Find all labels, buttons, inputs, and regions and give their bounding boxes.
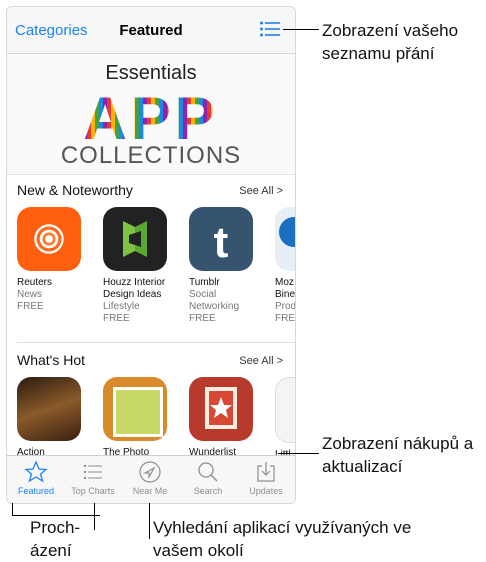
callout-purchases: Zobrazení nákupů a aktualizací: [322, 434, 474, 476]
section-divider: [17, 342, 295, 343]
callout-line: [278, 453, 319, 454]
app-name: Houzz Interior Design Ideas: [103, 277, 166, 300]
app-category: News: [17, 289, 43, 300]
banner-subtitle: COLLECTIONS: [60, 142, 242, 169]
app-icon: [275, 207, 295, 271]
wunderlist-icon: [189, 377, 253, 441]
app-tile[interactable]: Moz Bine Prod FRE: [275, 207, 295, 325]
list-icon: [83, 464, 102, 480]
tab-near-me[interactable]: Near Me: [121, 458, 179, 496]
tab-search[interactable]: Search: [179, 458, 237, 496]
callout-line: [283, 29, 319, 30]
action-movie-icon: [17, 377, 81, 441]
app-tile[interactable]: Littl: [275, 377, 295, 461]
tab-label: Updates: [249, 486, 283, 496]
app-price: FRE: [275, 313, 295, 324]
photo-app-icon: [103, 377, 167, 441]
banner-title: Essentials: [105, 62, 197, 84]
app-icon: [275, 377, 295, 443]
callout-wishlist: Zobrazení vašeho seznamu přání: [322, 21, 459, 63]
tab-label: Near Me: [132, 486, 168, 496]
section-title-new: New & Noteworthy: [17, 182, 133, 198]
tumblr-icon: t: [189, 207, 253, 271]
app-name: Moz Bine: [275, 277, 295, 300]
location-arrow-icon: [139, 461, 161, 483]
app-store-screen: Categories Featured Essentials APP COLLE…: [6, 6, 296, 504]
svg-text:t: t: [214, 218, 229, 267]
app-tile[interactable]: Reuters News FREE: [17, 207, 95, 313]
app-category: Social Networking: [189, 289, 240, 312]
app-category: Lifestyle: [103, 301, 140, 312]
navigation-bar: Categories Featured: [7, 7, 295, 54]
reuters-icon: [17, 207, 81, 271]
tab-updates[interactable]: Updates: [237, 458, 295, 496]
app-tile[interactable]: Houzz Interior Design Ideas Lifestyle FR…: [103, 207, 181, 325]
callout-browse: Proch-ázení: [30, 518, 81, 560]
app-price: FREE: [189, 313, 216, 324]
app-category: Prod: [275, 301, 295, 312]
see-all-link[interactable]: See All >: [239, 185, 283, 197]
see-all-link[interactable]: See All >: [239, 355, 283, 367]
app-tile[interactable]: Wunderlist: [189, 377, 267, 459]
tab-label: Search: [193, 486, 223, 496]
callout-nearby: Vyhledání aplikací využívaných ve vašem …: [153, 518, 412, 560]
featured-banner[interactable]: Essentials APP COLLECTIONS: [7, 54, 295, 175]
tab-top-charts[interactable]: Top Charts: [64, 458, 122, 496]
app-name: Tumblr: [189, 277, 220, 288]
app-tile[interactable]: Action: [17, 377, 95, 459]
wish-list-icon[interactable]: [259, 20, 281, 38]
tab-featured[interactable]: Featured: [7, 458, 65, 496]
app-tile[interactable]: t Tumblr Social Networking FREE: [189, 207, 267, 325]
callout-line: [94, 503, 95, 530]
section-title-hot: What's Hot: [17, 352, 86, 368]
tab-bar: Featured Top Charts Near Me Search Updat…: [7, 455, 295, 503]
app-name: Reuters: [17, 277, 53, 288]
callout-line: [12, 503, 13, 515]
app-price: FREE: [17, 301, 44, 312]
callout-line: [149, 503, 150, 539]
download-tray-icon: [257, 462, 275, 482]
app-price: FREE: [103, 313, 130, 324]
houzz-icon: [103, 207, 167, 271]
tab-label: Top Charts: [71, 486, 115, 496]
star-icon: [24, 460, 48, 483]
page-title: Featured: [119, 22, 183, 39]
app-tile[interactable]: The Photo: [103, 377, 181, 459]
tab-label: Featured: [17, 486, 55, 496]
search-icon: [198, 462, 218, 482]
